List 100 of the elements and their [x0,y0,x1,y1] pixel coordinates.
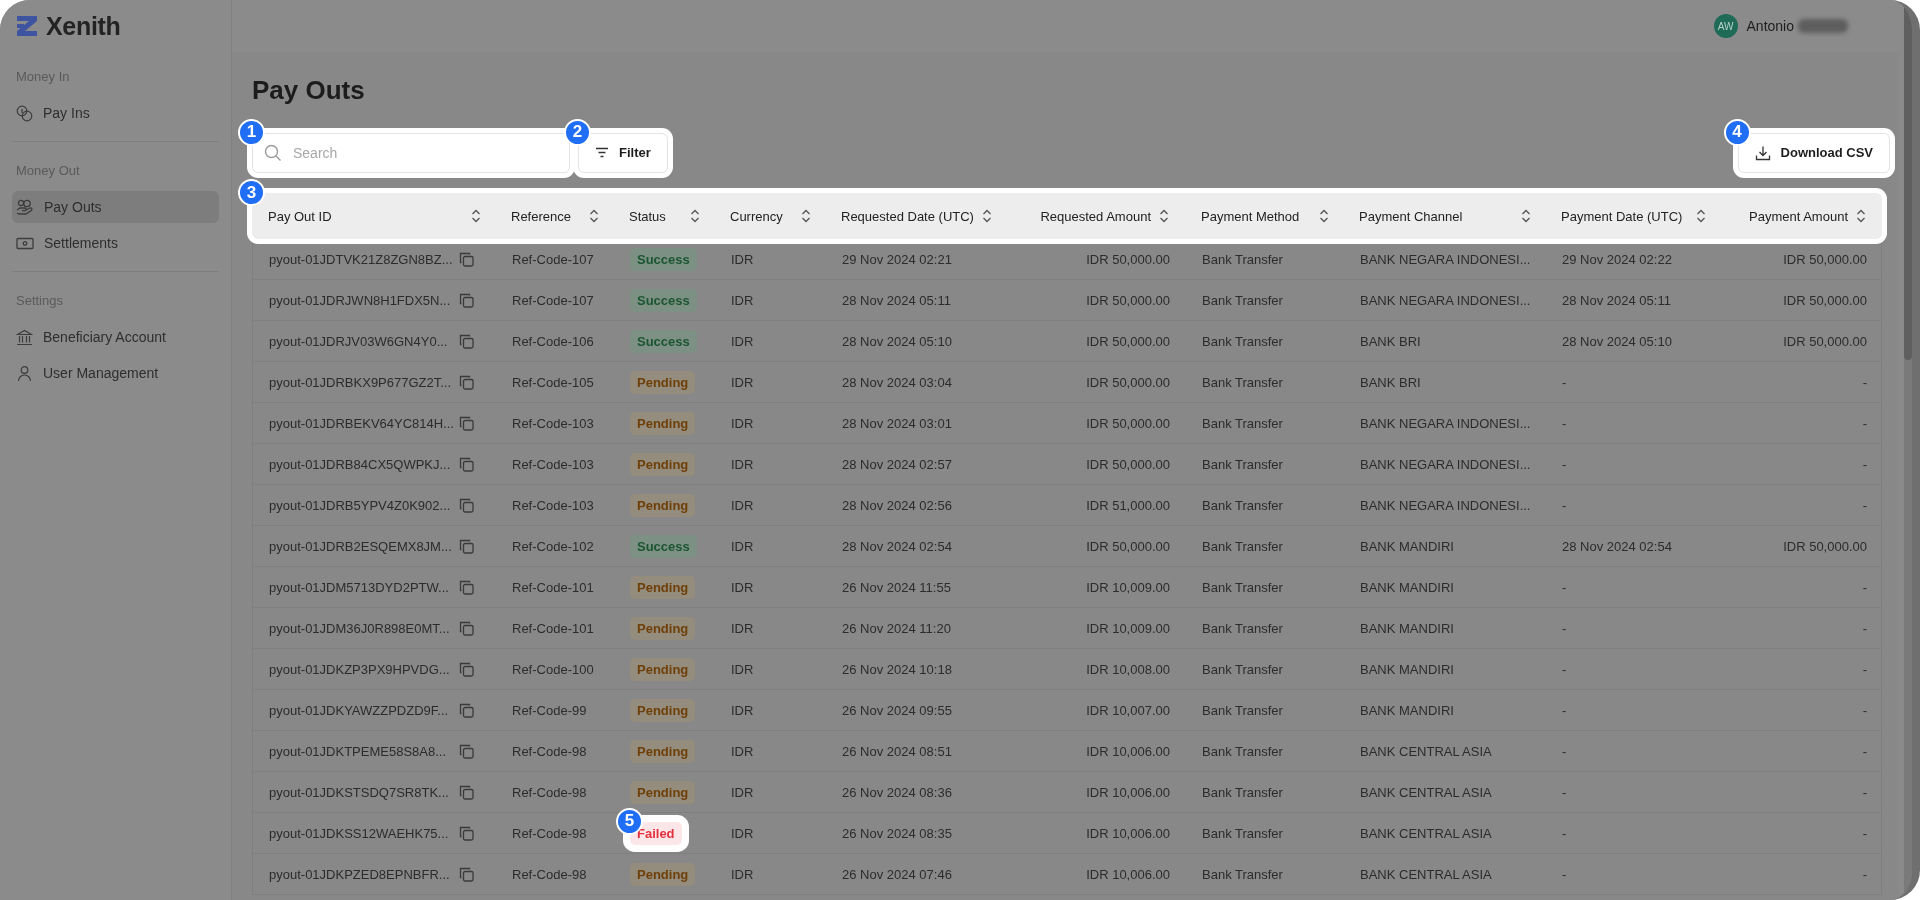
column-header[interactable]: Payment Amount [1749,208,1848,224]
table-cell: IDR [731,456,754,472]
sidebar-item[interactable]: User Management [12,357,219,389]
table-cell: 26 Nov 2024 08:51 [842,743,952,759]
logo-text: Xenith [46,11,121,41]
copy-icon[interactable] [459,415,474,431]
status-badge: Pending [630,698,696,722]
table-cell: Ref-Code-103 [512,415,594,431]
copy-icon[interactable] [459,784,474,800]
table-cell: IDR 50,000.00 [1783,538,1867,554]
table-cell: Bank Transfer [1202,333,1283,349]
table-cell: IDR 50,000.00 [1086,374,1170,390]
copy-icon[interactable] [459,292,474,308]
table-cell: - [1862,743,1867,759]
status-badge: Pending [630,739,696,763]
table-cell: Bank Transfer [1202,661,1283,677]
table-cell: - [1862,497,1867,513]
table-cell: Ref-Code-101 [512,579,594,595]
table-cell: - [1562,374,1567,390]
table-cell: IDR 10,007.00 [1086,702,1170,718]
table-cell: IDR 10,009.00 [1086,620,1170,636]
user-name: Antonio [1746,18,1794,34]
copy-icon[interactable] [459,661,474,677]
table-cell: Bank Transfer [1202,251,1283,267]
table-cell: Ref-Code-98 [512,784,587,800]
table-cell: IDR [731,497,754,513]
table-cell: 26 Nov 2024 09:55 [842,702,952,718]
copy-icon[interactable] [459,251,474,267]
copy-icon[interactable] [459,620,474,636]
table-cell: 28 Nov 2024 02:54 [842,538,952,554]
table-cell: Bank Transfer [1202,825,1283,841]
table-cell: Ref-Code-103 [512,497,594,513]
table-cell: 28 Nov 2024 02:54 [1562,538,1672,554]
copy-icon[interactable] [459,333,474,349]
column-header[interactable]: Currency [730,208,783,224]
sidebar-item[interactable]: Beneficiary Account [12,321,219,353]
table-cell: IDR 10,006.00 [1086,866,1170,882]
column-header[interactable]: Reference [511,208,571,224]
column-header[interactable]: Status [629,208,666,224]
sort-icon[interactable] [801,209,811,223]
table-cell: Bank Transfer [1202,374,1283,390]
sidebar-item[interactable]: Pay Ins [12,97,219,129]
status-badge: Success [630,329,697,353]
table-cell: IDR [731,251,754,267]
column-header[interactable]: Payment Method [1201,208,1300,224]
copy-icon[interactable] [459,825,474,841]
table-cell: - [1562,784,1567,800]
copy-icon[interactable] [459,497,474,513]
table-cell: pyout-01JDM36J0R898E0MT... [269,620,450,636]
table-cell: BANK CENTRAL ASIA [1360,784,1492,800]
copy-icon[interactable] [459,743,474,759]
table-cell: pyout-01JDRB84CX5QWPKJ... [269,456,451,472]
copy-icon[interactable] [459,538,474,554]
table-cell: 26 Nov 2024 08:35 [842,825,952,841]
table-cell: 28 Nov 2024 03:04 [842,374,952,390]
bank-icon [16,328,33,346]
table-cell: - [1562,702,1567,718]
copy-icon[interactable] [459,456,474,472]
table-cell: IDR 51,000.00 [1086,497,1170,513]
sort-icon[interactable] [981,209,992,223]
column-header[interactable]: Payment Channel [1359,208,1463,224]
status-badge: Pending [630,575,696,599]
table-cell: BANK MANDIRI [1360,579,1454,595]
table-cell: IDR 10,006.00 [1086,743,1170,759]
sort-icon[interactable] [1319,209,1329,223]
column-header[interactable]: Requested Amount [1040,208,1151,224]
table-cell: - [1562,579,1567,595]
sort-icon[interactable] [1696,209,1706,223]
table-cell: IDR [731,743,754,759]
sidebar-item[interactable]: Settlements [12,227,219,259]
sort-icon[interactable] [690,209,700,223]
column-header[interactable]: Pay Out ID [268,208,332,224]
copy-icon[interactable] [459,579,474,595]
copy-icon[interactable] [459,702,474,718]
table-cell: IDR [731,579,754,595]
table-cell: IDR 50,000.00 [1783,251,1867,267]
column-header[interactable]: Payment Date (UTC) [1561,208,1683,224]
coins-icon [16,104,33,122]
sort-icon[interactable] [471,209,481,223]
table-cell: IDR 50,000.00 [1783,333,1867,349]
table-cell: pyout-01JDKTPEME58S8A8... [269,743,447,759]
table-cell: - [1862,579,1867,595]
table-cell: Bank Transfer [1202,497,1283,513]
copy-icon[interactable] [459,866,474,882]
sort-icon[interactable] [1521,209,1531,223]
table-cell: BANK NEGARA INDONESI... [1360,497,1531,513]
callout-badge: 4 [1723,118,1751,146]
avatar[interactable]: AW [1713,14,1738,38]
sort-icon[interactable] [1159,209,1169,223]
table-cell: BANK BRI [1360,333,1421,349]
user-icon [16,364,33,382]
sort-icon[interactable] [1856,209,1866,223]
column-header[interactable]: Requested Date (UTC) [841,208,974,224]
table-cell: Ref-Code-101 [512,620,594,636]
table-cell: IDR [731,784,754,800]
table-cell: Ref-Code-98 [512,866,587,882]
status-badge: Pending [630,862,696,886]
sort-icon[interactable] [589,209,599,223]
status-badge: Pending [630,493,696,517]
copy-icon[interactable] [459,374,474,390]
